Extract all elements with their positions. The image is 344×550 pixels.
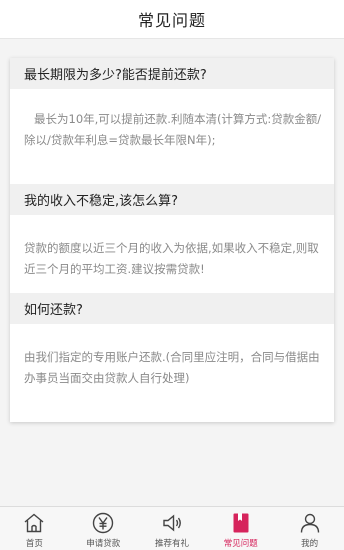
tab-home[interactable]: 首页 <box>0 507 69 550</box>
faq-answer-2: 贷款的额度以近三个月的收入为依据,如果收入不稳定,则取近三个月的平均工资.建议按… <box>24 241 319 276</box>
speaker-icon <box>163 514 181 532</box>
tab-label: 常见问题 <box>223 539 258 549</box>
tab-label: 申请贷款 <box>86 539 121 549</box>
top-bar: 常见问题 <box>0 0 344 39</box>
tab-profile[interactable]: 我的 <box>275 507 344 550</box>
yen-coin-icon <box>92 512 114 534</box>
faq-question-1: 最长期限为多少?能否提前还款? <box>10 58 334 89</box>
tab-referral[interactable]: 推荐有礼 <box>138 507 207 550</box>
page-title: 常见问题 <box>137 11 206 30</box>
home-icon <box>24 513 44 533</box>
tab-label: 我的 <box>301 539 319 549</box>
tab-label: 推荐有礼 <box>154 539 189 549</box>
bookmark-book-icon <box>233 513 249 533</box>
tab-label: 首页 <box>25 539 43 549</box>
faq-question-text: 如何还款? <box>24 303 83 318</box>
faq-card: 最长期限为多少?能否提前还款? 最长为10年,可以提前还款.利随本清(计算方式:… <box>10 58 334 422</box>
faq-question-text: 我的收入不稳定,该怎么算? <box>24 194 179 209</box>
app-screen: 常见问题 最长期限为多少?能否提前还款? 最长为10年,可以提前还款.利随本清(… <box>0 0 344 550</box>
faq-question-3: 如何还款? <box>10 293 334 324</box>
faq-answer-1: 最长为10年,可以提前还款.利随本清(计算方式:贷款金额/除以/贷款年利息=贷款… <box>24 112 322 147</box>
tab-faq[interactable]: 常见问题 <box>206 507 275 550</box>
faq-question-2: 我的收入不稳定,该怎么算? <box>10 184 334 215</box>
user-icon <box>300 513 319 533</box>
faq-content[interactable]: 最长期限为多少?能否提前还款? 最长为10年,可以提前还款.利随本清(计算方式:… <box>0 39 344 506</box>
faq-question-text: 最长期限为多少?能否提前还款? <box>24 68 207 83</box>
tab-apply-loan[interactable]: 申请贷款 <box>69 507 138 550</box>
faq-answer-3: 由我们指定的专用账户还款.(合同里应注明，合同与借据由办事员当面交由贷款人自行处… <box>24 350 320 385</box>
bottom-tab-bar: 首页 申请贷款 推荐有礼 常见问题 我的 <box>0 506 344 550</box>
